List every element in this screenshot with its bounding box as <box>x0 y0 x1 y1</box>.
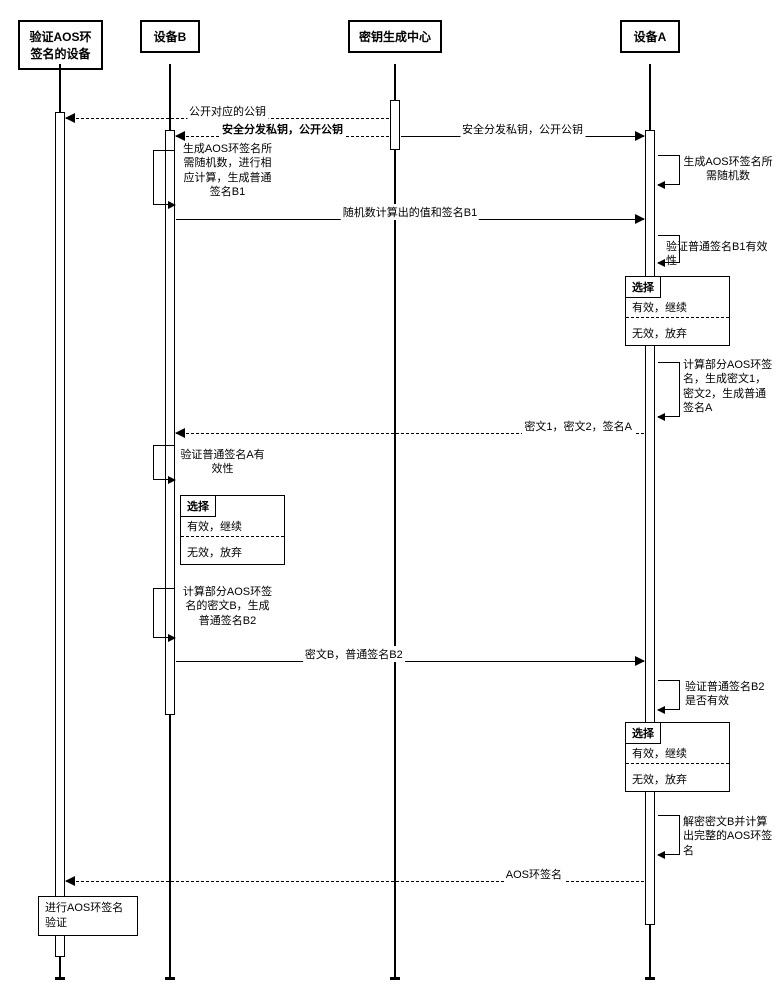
msg-aos-sig-label: AOS环签名 <box>504 866 564 882</box>
alt-a1: 选择 有效，继续 无效，放弃 <box>625 276 730 346</box>
selfcall-b-gen-rand <box>153 150 175 205</box>
msg-rand-b1-label: 随机数计算出的值和签名B1 <box>341 204 479 220</box>
msg-pubkey: 公开对应的公钥 <box>66 117 389 118</box>
participant-device-b: 设备B <box>140 20 200 53</box>
note-v-verify: 进行AOS环签名验证 <box>38 896 138 936</box>
msg-distribute-b-label: 安全分发私钥，公开公钥 <box>220 121 345 137</box>
selfcall-a-calc-part <box>658 362 680 417</box>
end-tick <box>165 977 175 980</box>
msg-aos-sig: AOS环签名 <box>66 880 644 881</box>
selfcall-b-verify-a <box>153 445 175 480</box>
selfcall-a-decrypt <box>658 815 680 855</box>
note-b-gen-rand: 生成AOS环签名所需随机数，进行相应计算，生成普通签名B1 <box>180 142 275 199</box>
alt-valid: 有效，继续 <box>632 745 687 761</box>
msg-distribute-a-label: 安全分发私钥，公开公钥 <box>460 121 585 137</box>
note-a-verify-b2: 验证普通签名B2是否有效 <box>685 680 775 709</box>
note-b-verify-a: 验证普通签名A有效性 <box>180 448 265 477</box>
activation-device-a <box>645 130 655 925</box>
alt-tag: 选择 <box>626 277 661 298</box>
lifeline-kgc <box>394 64 396 980</box>
msg-c1c2-siga: 密文1，密文2，签名A <box>176 432 644 433</box>
msg-distribute-b: 安全分发私钥，公开公钥 <box>176 135 389 136</box>
msg-rand-b1: 随机数计算出的值和签名B1 <box>176 218 644 219</box>
participant-verifier: 验证AOS环签名的设备 <box>18 20 103 70</box>
selfcall-a-verify-b2 <box>658 680 680 710</box>
alt-invalid: 无效，放弃 <box>187 544 242 560</box>
note-a-verify-b1: 验证普通签名B1有效性 <box>666 240 776 269</box>
end-tick <box>55 977 65 980</box>
participant-device-a: 设备A <box>620 20 680 53</box>
msg-cb-b2-label: 密文B，普通签名B2 <box>303 646 405 662</box>
alt-b: 选择 有效，继续 无效，放弃 <box>180 495 285 565</box>
participant-kgc: 密钥生成中心 <box>348 20 442 53</box>
selfcall-b-calc-cb <box>153 588 175 638</box>
msg-pubkey-label: 公开对应的公钥 <box>187 103 268 119</box>
note-b-calc-cb: 计算部分AOS环签名的密文B，生成普通签名B2 <box>180 585 275 628</box>
end-tick <box>645 977 655 980</box>
end-tick <box>390 977 400 980</box>
msg-c1c2-siga-label: 密文1，密文2，签名A <box>522 418 634 434</box>
note-a-calc-part: 计算部分AOS环签名，生成密文1，密文2，生成普通签名A <box>683 358 775 415</box>
alt-valid: 有效，继续 <box>187 518 242 534</box>
note-a-decrypt: 解密密文B并计算出完整的AOS环签名 <box>683 815 775 858</box>
note-a-gen-rand: 生成AOS环签名所需随机数 <box>683 155 773 184</box>
activation-kgc <box>390 100 400 150</box>
alt-invalid: 无效，放弃 <box>632 771 687 787</box>
alt-a2: 选择 有效，继续 无效，放弃 <box>625 722 730 792</box>
selfcall-a-gen-rand <box>658 155 680 185</box>
alt-tag: 选择 <box>626 723 661 744</box>
alt-valid: 有效，继续 <box>632 299 687 315</box>
activation-verifier <box>55 112 65 957</box>
msg-distribute-a: 安全分发私钥，公开公钥 <box>401 135 644 136</box>
msg-cb-b2: 密文B，普通签名B2 <box>176 660 644 661</box>
alt-invalid: 无效，放弃 <box>632 325 687 341</box>
alt-tag: 选择 <box>181 496 216 517</box>
